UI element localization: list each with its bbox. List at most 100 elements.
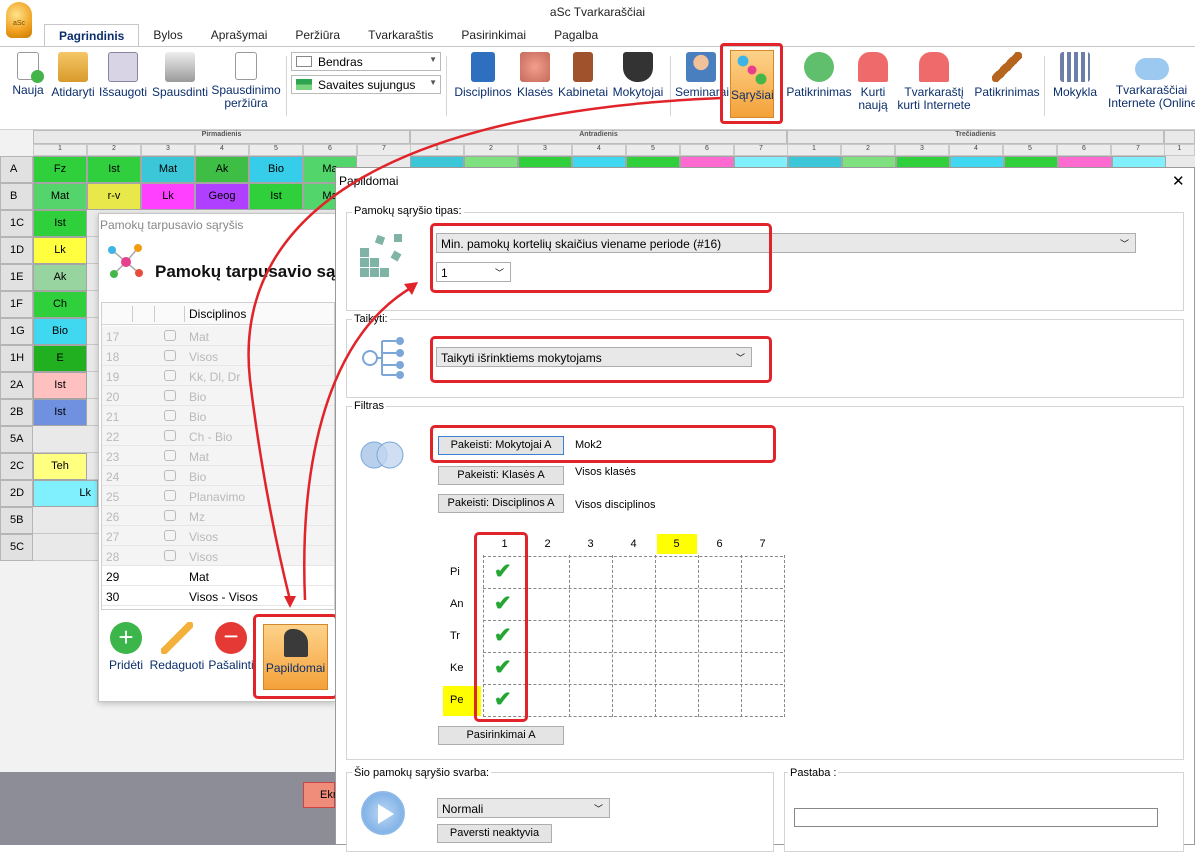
screen-button[interactable]: Ekr: [303, 782, 337, 808]
lesson-card[interactable]: Ak: [195, 156, 249, 183]
class-row-label[interactable]: 2B: [0, 399, 33, 426]
change-classes-button[interactable]: Pakeisti: Klasės A: [438, 466, 564, 485]
save-button[interactable]: Išsaugoti: [98, 52, 148, 99]
lesson-card[interactable]: Bio: [249, 156, 303, 183]
class-row-label[interactable]: 2C: [0, 453, 33, 480]
tab-pagalba[interactable]: Pagalba: [540, 24, 612, 46]
change-subjects-button[interactable]: Pakeisti: Disciplinos A: [438, 494, 564, 513]
checkbox-icon[interactable]: [164, 390, 176, 401]
generate-online-button[interactable]: Tvarkaraštį kurti Internete: [894, 52, 974, 112]
lesson-card[interactable]: Ch: [33, 291, 87, 318]
list-item[interactable]: 20 Bio: [102, 386, 334, 406]
lesson-card[interactable]: Fz: [33, 156, 87, 183]
lesson-card[interactable]: E: [33, 345, 87, 372]
open-button[interactable]: Atidaryti: [48, 52, 98, 99]
list-item[interactable]: 18 Visos: [102, 346, 334, 366]
class-row-label[interactable]: A: [0, 156, 33, 183]
checkbox-icon[interactable]: [164, 410, 176, 421]
tab-tvarkarastis[interactable]: Tvarkaraštis: [354, 24, 447, 46]
checkbox-icon[interactable]: [164, 450, 176, 461]
period-label[interactable]: 2: [526, 538, 569, 550]
period-label[interactable]: 4: [612, 538, 655, 550]
checkbox-icon[interactable]: [164, 550, 176, 561]
classes-button[interactable]: Klasės: [516, 52, 554, 99]
class-row-label[interactable]: 1G: [0, 318, 33, 345]
class-row-label[interactable]: 1F: [0, 291, 33, 318]
lesson-card[interactable]: Ist: [87, 156, 141, 183]
print-preview-button[interactable]: Spausdinimo peržiūra: [210, 52, 282, 110]
class-row-label[interactable]: B: [0, 183, 33, 210]
tab-pasirinkimai[interactable]: Pasirinkimai: [447, 24, 540, 46]
class-row-label[interactable]: 1C: [0, 210, 33, 237]
edit-button[interactable]: Redaguoti: [148, 622, 206, 672]
lesson-card[interactable]: Mat: [141, 156, 195, 183]
list-item[interactable]: 21 Bio: [102, 406, 334, 426]
lesson-card[interactable]: Lk: [33, 237, 87, 264]
check-button[interactable]: Patikrinimas: [786, 52, 852, 99]
list-item[interactable]: 19 Kk, Dl, Dr: [102, 366, 334, 386]
list-item[interactable]: 23 Mat: [102, 446, 334, 466]
rooms-button[interactable]: Kabinetai: [557, 52, 609, 99]
lesson-card[interactable]: Bio: [33, 318, 87, 345]
teachers-button[interactable]: Mokytojai: [610, 52, 666, 99]
class-row-label[interactable]: 5B: [0, 507, 33, 534]
print-button[interactable]: Spausdinti: [150, 52, 210, 99]
period-label[interactable]: 7: [741, 538, 784, 550]
tab-pagrindinis[interactable]: Pagrindinis: [44, 24, 140, 46]
close-icon[interactable]: ✕: [1172, 172, 1185, 190]
class-row-label[interactable]: 1E: [0, 264, 33, 291]
checkbox-icon[interactable]: [164, 430, 176, 441]
view-combo[interactable]: Bendras ▼: [291, 52, 441, 71]
class-row-label[interactable]: 5C: [0, 534, 33, 561]
week-combo[interactable]: Savaites sujungus ▼: [291, 75, 441, 94]
check2-button[interactable]: Patikrinimas: [974, 52, 1040, 99]
checkbox-icon[interactable]: [164, 370, 176, 381]
list-item[interactable]: 27 Visos: [102, 526, 334, 546]
period-label[interactable]: 6: [698, 538, 741, 550]
period-label[interactable]: 5: [655, 538, 698, 550]
lesson-card[interactable]: Lk: [141, 183, 195, 210]
class-row-label[interactable]: 2D: [0, 480, 33, 507]
note-input[interactable]: [794, 808, 1158, 827]
list-item[interactable]: 24 Bio: [102, 466, 334, 486]
subjects-button[interactable]: Disciplinos: [452, 52, 514, 99]
list-item[interactable]: 26 Mz: [102, 506, 334, 526]
tab-perziura[interactable]: Peržiūra: [281, 24, 354, 46]
class-row-label[interactable]: 5A: [0, 426, 33, 453]
add-button[interactable]: + Pridėti: [106, 622, 146, 672]
lesson-card[interactable]: Mat: [33, 183, 87, 210]
tab-aprasymai[interactable]: Aprašymai: [197, 24, 282, 46]
list-item[interactable]: 30 Visos - Visos: [102, 586, 334, 606]
lesson-card[interactable]: Geog: [195, 183, 249, 210]
list-item[interactable]: 17 Mat: [102, 326, 334, 346]
checkbox-icon[interactable]: [164, 470, 176, 481]
checkbox-icon[interactable]: [164, 330, 176, 341]
checkbox-icon[interactable]: [164, 510, 176, 521]
lesson-card[interactable]: Ist: [33, 372, 87, 399]
lesson-card[interactable]: Ist: [33, 210, 87, 237]
list-item[interactable]: 28 Visos: [102, 546, 334, 566]
lesson-card[interactable]: Ist: [249, 183, 303, 210]
lesson-card[interactable]: Lk: [33, 480, 98, 507]
checkbox-icon[interactable]: [164, 350, 176, 361]
checkbox-icon[interactable]: [164, 530, 176, 541]
checkbox-icon[interactable]: [164, 490, 176, 501]
online-timetables-button[interactable]: Tvarkaraščiai Internete (Online): [1108, 52, 1195, 110]
list-item[interactable]: 25 Planavimo: [102, 486, 334, 506]
period-label[interactable]: 3: [569, 538, 612, 550]
class-row-label[interactable]: 1D: [0, 237, 33, 264]
list-item[interactable]: 29 Mat: [102, 566, 334, 586]
class-row-label[interactable]: 2A: [0, 372, 33, 399]
remove-button[interactable]: − Pašalinti: [207, 622, 255, 672]
tab-bylos[interactable]: Bylos: [139, 24, 196, 46]
lesson-card[interactable]: Ak: [33, 264, 87, 291]
make-inactive-button[interactable]: Paversti neaktyvia: [437, 824, 552, 843]
school-button[interactable]: Mokykla: [1049, 52, 1101, 99]
new-button[interactable]: Nauja: [10, 52, 46, 97]
lesson-card[interactable]: Ist: [33, 399, 87, 426]
weight-select[interactable]: Normali ﹀: [437, 798, 610, 818]
lesson-card[interactable]: r-v: [87, 183, 141, 210]
list-item[interactable]: 22 Ch - Bio: [102, 426, 334, 446]
generate-button[interactable]: Kurti naują: [854, 52, 892, 112]
class-row-label[interactable]: 1H: [0, 345, 33, 372]
